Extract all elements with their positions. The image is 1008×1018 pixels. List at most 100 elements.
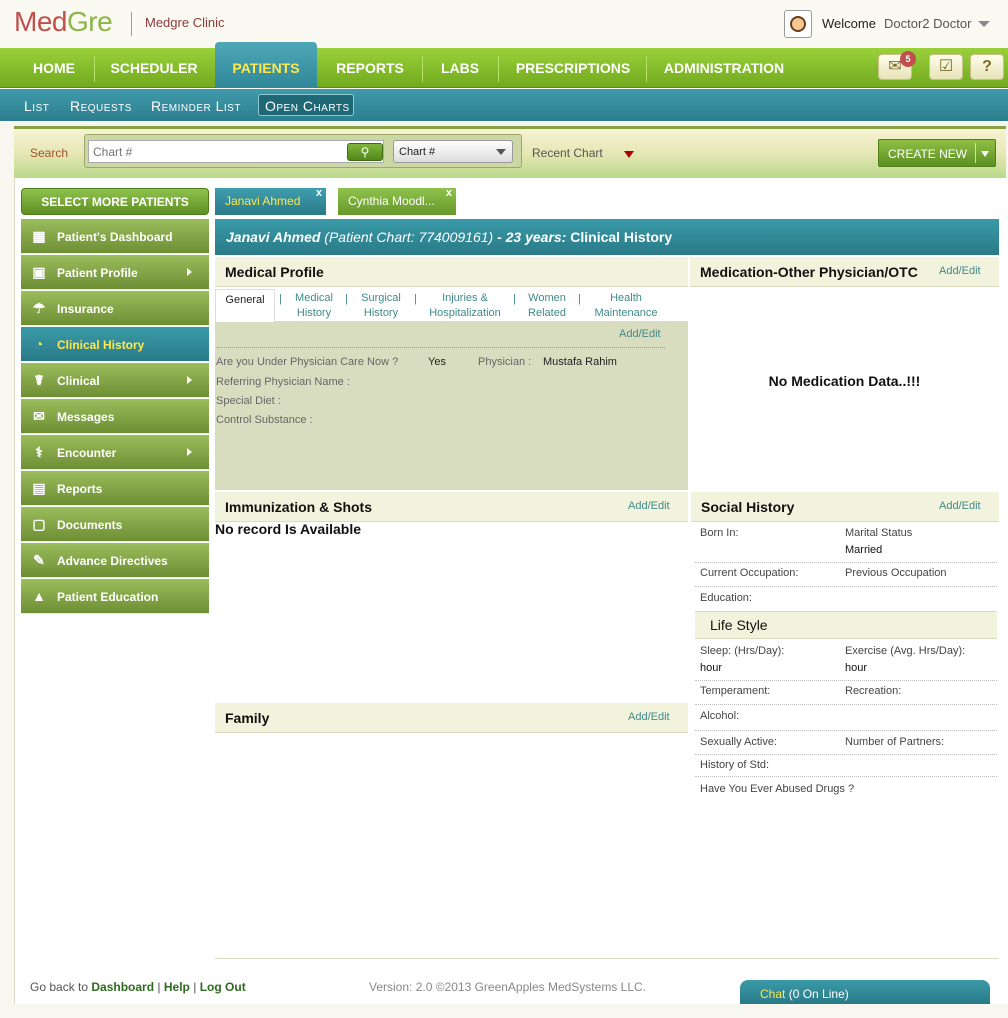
sidebar-item-advance-directives[interactable]: ✎ Advance Directives [21,543,209,578]
nav-administration[interactable]: ADMINISTRATION [656,48,792,88]
recent-chart-label[interactable]: Recent Chart [532,146,603,160]
tab-separator: | [578,293,581,305]
exercise-label: Exercise (Avg. Hrs/Day): [845,645,966,657]
subnav-reminder-list[interactable]: Reminder List [151,98,241,114]
footer-go-back-text: Go back to [30,980,89,994]
user-avatar[interactable] [784,10,812,38]
tab-medical-history[interactable]: Medical History [287,291,341,321]
nav-patients[interactable]: PATIENTS [215,42,317,88]
search-button[interactable]: ⚲ [347,143,383,161]
tab-label-line1: Surgical [361,292,401,304]
recreation-label: Recreation: [845,685,902,697]
patient-tab-label: Cynthia Moodl... [348,194,435,208]
close-icon[interactable]: x [446,180,452,207]
sidebar-item-label: Patient Profile [57,266,138,280]
temperament-label: Temperament: [700,685,771,697]
tab-health-maintenance[interactable]: Health Maintenance [590,291,662,321]
select-more-patients-button[interactable]: SELECT MORE PATIENTS [21,188,209,215]
logo-divider [131,12,132,36]
marital-status-value: Married [845,544,883,556]
search-type-select[interactable]: Chart # [393,140,513,163]
subnav-open-charts[interactable]: Open Charts [265,98,350,114]
dashboard-icon: ▦ [32,228,46,244]
subnav-requests[interactable]: Requests [70,98,132,114]
footer-logout-link[interactable]: Log Out [200,980,246,994]
tab-injuries-hospitalization[interactable]: Injuries & Hospitalization [424,291,506,321]
sidebar-item-label: Messages [57,410,115,424]
nav-home[interactable]: HOME [22,48,86,88]
create-new-dropdown-icon[interactable] [981,151,989,157]
select-arrow-icon [496,149,506,155]
tab-surgical-history[interactable]: Surgical History [353,291,409,321]
medical-profile-add-edit[interactable]: Add/Edit [619,328,661,340]
user-menu-caret-icon[interactable] [978,21,990,27]
alcohol-label: Alcohol: [700,710,740,722]
tab-label-line1: Health [610,292,642,304]
create-new-button[interactable]: CREATE NEW [878,139,996,167]
medication-add-edit[interactable]: Add/Edit [939,265,981,277]
insurance-icon: ☂ [32,300,46,316]
patient-section-title: Clinical History [570,229,673,245]
chat-status: (0 On Line) [788,987,849,1001]
tab-women-related[interactable]: Women Related [522,291,572,321]
patient-tab-janavi[interactable]: Janavi Ahmed x [215,187,326,215]
nav-prescriptions[interactable]: PRESCRIPTIONS [506,48,640,88]
app-logo[interactable]: MedGre [14,6,113,38]
user-menu[interactable]: Doctor2 Doctor [884,16,971,31]
medication-empty-message: No Medication Data..!!! [768,373,921,389]
immunization-title: Immunization & Shots [215,492,688,522]
sidebar-item-clinical[interactable]: ☤ Clinical [21,363,209,398]
nav-divider [422,56,423,82]
sidebar-item-patient-profile[interactable]: ▣ Patient Profile [21,255,209,290]
tab-label-line2: History [296,307,332,319]
sidebar-item-messages[interactable]: ✉ Messages [21,399,209,434]
history-icon: ◔ [34,336,44,352]
std-label: History of Std: [700,759,770,771]
sidebar-item-dashboard[interactable]: ▦ Patient's Dashboard [21,219,209,254]
sidebar-item-label: Insurance [57,302,114,316]
recent-chart-arrow-icon[interactable] [624,151,634,158]
sidebar-item-reports[interactable]: ▤ Reports [21,471,209,506]
subnav-list[interactable]: List [24,98,49,114]
medication-body [690,287,999,492]
footer-dashboard-link[interactable]: Dashboard [91,980,154,994]
tab-label-line1: Medical [295,292,333,304]
patient-tab-label: Janavi Ahmed [225,194,301,208]
immunization-add-edit[interactable]: Add/Edit [628,500,670,512]
search-icon: ⚲ [360,145,370,159]
close-icon[interactable]: x [316,180,322,207]
sidebar-item-label: Patient Education [57,590,159,604]
sidebar-item-documents[interactable]: ▢ Documents [21,507,209,542]
patient-header: Janavi Ahmed (Patient Chart: 774009161) … [215,219,999,255]
sidebar-item-encounter[interactable]: ⚕ Encounter [21,435,209,470]
tab-general[interactable]: General [215,289,275,322]
avatar-face-icon [790,16,806,32]
nav-reports[interactable]: REPORTS [326,48,414,88]
under-care-label: Are you Under Physician Care Now ? [216,356,399,368]
help-icon[interactable]: ? [970,54,1004,80]
footer-help-link[interactable]: Help [164,980,190,994]
chat-bar[interactable]: Chat (0 On Line) [740,980,990,1004]
directive-icon: ✎ [33,552,45,568]
patient-tab-cynthia[interactable]: Cynthia Moodl... x [338,187,456,215]
sidebar-item-insurance[interactable]: ☂ Insurance [21,291,209,326]
social-history-add-edit[interactable]: Add/Edit [939,500,981,512]
search-label: Search [30,146,69,160]
tab-label-line1: Injuries & [442,292,488,304]
sidebar-item-label: Reports [57,482,103,496]
nav-divider [646,56,647,82]
search-input[interactable] [88,140,384,163]
footer-links: Go back to Dashboard | Help | Log Out [30,980,246,994]
caduceus-icon: ☤ [34,372,44,388]
calendar-icon[interactable]: ☑ [929,54,963,80]
chat-label: Chat [760,987,786,1001]
family-add-edit[interactable]: Add/Edit [628,711,670,723]
sidebar-item-patient-education[interactable]: ▲ Patient Education [21,579,209,614]
sidebar-item-clinical-history[interactable]: ◔ Clinical History [21,327,209,362]
sleep-label: Sleep: (Hrs/Day): [700,645,785,657]
sidebar-item-label: Clinical History [57,338,145,352]
nav-scheduler[interactable]: SCHEDULER [104,48,204,88]
nav-labs[interactable]: LABS [430,48,490,88]
tab-separator: | [414,293,417,305]
current-occupation-label: Current Occupation: [700,567,799,579]
